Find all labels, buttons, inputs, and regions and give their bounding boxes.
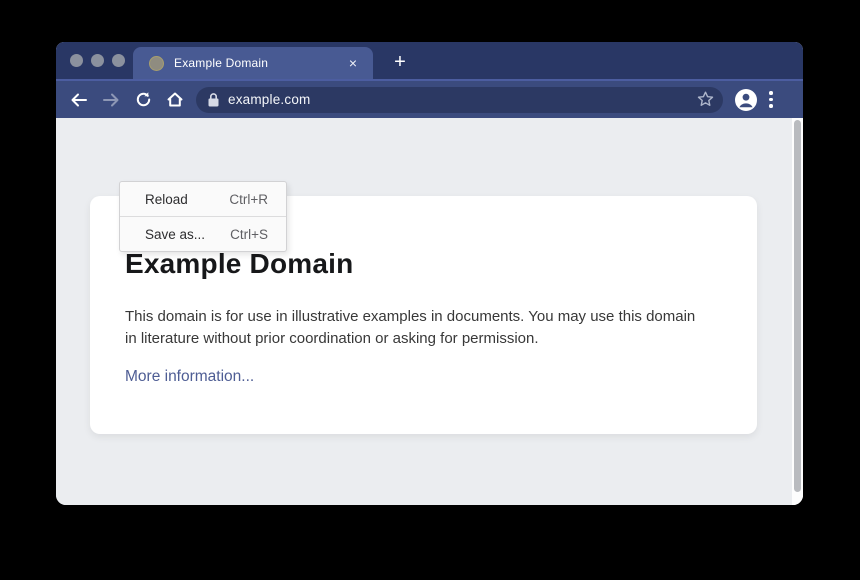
back-arrow-icon: [70, 92, 88, 108]
home-icon: [166, 91, 184, 108]
forward-button[interactable]: [96, 85, 126, 115]
tab-close-icon[interactable]: ×: [343, 53, 363, 73]
maximize-window-button[interactable]: [112, 54, 125, 67]
traffic-lights: [70, 54, 125, 67]
context-menu-item-reload[interactable]: Reload Ctrl+R: [120, 182, 286, 216]
menu-item-label: Save as...: [145, 227, 205, 242]
back-button[interactable]: [64, 85, 94, 115]
scrollbar-thumb[interactable]: [794, 120, 801, 492]
reload-icon: [135, 91, 152, 108]
avatar-person-icon: [735, 89, 757, 111]
context-menu-item-save-as[interactable]: Save as... Ctrl+S: [120, 216, 286, 251]
page-title: Example Domain: [125, 248, 722, 280]
bookmark-star-icon[interactable]: [696, 90, 715, 109]
lock-icon: [208, 93, 219, 107]
dot-icon: [769, 91, 773, 95]
close-window-button[interactable]: [70, 54, 83, 67]
navigation-toolbar: example.com: [56, 79, 803, 118]
titlebar: Example Domain × +: [56, 42, 803, 79]
minimize-window-button[interactable]: [91, 54, 104, 67]
new-tab-button[interactable]: +: [386, 48, 414, 76]
dot-icon: [769, 98, 773, 102]
scrollbar-track[interactable]: [792, 118, 803, 505]
address-bar[interactable]: example.com: [196, 87, 723, 113]
browser-menu-button[interactable]: [769, 91, 773, 108]
menu-item-shortcut: Ctrl+S: [230, 227, 268, 242]
browser-window: Example Domain × +: [56, 42, 803, 505]
menu-item-shortcut: Ctrl+R: [229, 192, 268, 207]
tab-favicon-icon: [149, 56, 164, 71]
menu-item-label: Reload: [145, 192, 188, 207]
page-viewport: Example Domain This domain is for use in…: [56, 118, 803, 505]
home-button[interactable]: [160, 85, 190, 115]
page-body-text: This domain is for use in illustrative e…: [125, 306, 710, 350]
reload-button[interactable]: [128, 85, 158, 115]
browser-tab[interactable]: Example Domain ×: [133, 47, 373, 79]
dot-icon: [769, 104, 773, 108]
profile-avatar-button[interactable]: [735, 89, 757, 111]
more-information-link[interactable]: More information...: [125, 368, 254, 386]
forward-arrow-icon: [102, 92, 120, 108]
context-menu: Reload Ctrl+R Save as... Ctrl+S: [119, 181, 287, 252]
tab-title: Example Domain: [174, 56, 343, 70]
url-text[interactable]: example.com: [228, 92, 696, 107]
